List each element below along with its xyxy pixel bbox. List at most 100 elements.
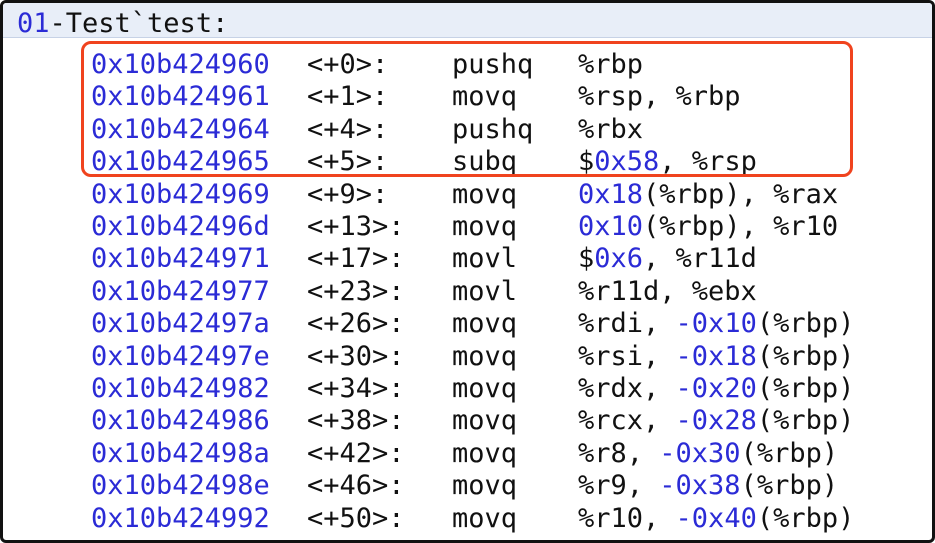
operand-immediate: -0x38 <box>659 470 741 502</box>
instruction-address: 0x10b424961 <box>91 81 270 113</box>
instruction-row[interactable]: 0x10b424969 <+9>: movq 0x18(%rbp), %rax <box>3 179 932 211</box>
instruction-mnemonic: pushq <box>452 113 534 145</box>
operand-text: (%rbp) <box>756 373 855 404</box>
instruction-offset: <+17>: <box>307 243 405 275</box>
instruction-mnemonic: subq <box>452 146 518 178</box>
instruction-mnemonic: movq <box>452 405 518 437</box>
instruction-operands: %r9, -0x38(%rbp) <box>578 470 838 502</box>
instruction-mnemonic: pushq <box>452 49 534 80</box>
instruction-offset: <+38>: <box>307 405 405 437</box>
instruction-operands: %rdx, -0x20(%rbp) <box>578 373 854 405</box>
instruction-mnemonic: movq <box>452 437 518 469</box>
instruction-operands: $0x6, %r11d <box>578 243 757 275</box>
operand-text: , %r11d <box>643 243 757 275</box>
instruction-offset: <+34>: <box>307 373 405 404</box>
instruction-address: 0x10b424982 <box>91 373 270 404</box>
instruction-operands: %rdi, -0x10(%rbp) <box>578 308 854 340</box>
instruction-address: 0x10b424992 <box>91 502 270 534</box>
operand-text: (%rbp) <box>740 437 839 469</box>
instruction-row[interactable]: 0x10b424986 <+38>: movq %rcx, -0x28(%rbp) <box>3 405 932 437</box>
instruction-operands: 0x18(%rbp), %rax <box>578 179 838 211</box>
instruction-operands: %rbx <box>578 114 643 146</box>
instruction-row[interactable]: 0x10b42497a <+26>: movq %rdi, -0x10(%rbp) <box>3 308 932 340</box>
instruction-offset: <+30>: <box>307 340 405 372</box>
function-title-name: -Test`test: <box>49 8 229 39</box>
operand-text: %r9, <box>578 470 660 502</box>
operand-immediate: -0x28 <box>675 405 757 437</box>
operand-text: %rsi, <box>578 340 676 372</box>
operand-text: %rbp <box>578 49 644 80</box>
instruction-row[interactable]: 0x10b42498a <+42>: movq %r8, -0x30(%rbp) <box>3 438 932 470</box>
instruction-operands: $0x58, %rsp <box>578 146 757 178</box>
instruction-address: 0x10b424969 <box>91 178 270 210</box>
instruction-row[interactable]: 0x10b424977 <+23>: movl %r11d, %ebx <box>3 276 932 308</box>
instruction-mnemonic: movq <box>452 81 518 113</box>
instruction-address: 0x10b42497a <box>91 308 270 340</box>
instruction-offset: <+23>: <box>307 275 405 307</box>
instruction-address: 0x10b42497e <box>91 340 270 372</box>
disassembly-view: 01-Test`test: 0x10b424960 <+0>: pushq %rbp 0… <box>0 0 935 543</box>
instruction-row[interactable]: 0x10b42496d <+13>: movq 0x10(%rbp), %r10 <box>3 211 932 243</box>
operand-text: %rdi, <box>578 308 676 340</box>
operand-immediate: 0x58 <box>594 146 660 178</box>
operand-text: %r11d, %ebx <box>578 275 757 307</box>
instruction-address: 0x10b424971 <box>91 243 270 275</box>
instruction-row[interactable]: 0x10b424982 <+34>: movq %rdx, -0x20(%rbp) <box>3 373 932 405</box>
instruction-address: 0x10b424977 <box>91 275 270 307</box>
frame-header: 01-Test`test: <box>3 3 932 40</box>
operand-text: (%rbp) <box>756 308 855 340</box>
function-title: 01-Test`test: <box>17 8 228 40</box>
instruction-row[interactable]: 0x10b424992 <+50>: movq %r10, -0x40(%rbp) <box>3 503 932 535</box>
instruction-address: 0x10b424965 <box>91 146 270 178</box>
instruction-row[interactable]: 0x10b424971 <+17>: movl $0x6, %r11d <box>3 243 932 275</box>
operand-immediate: -0x40 <box>675 502 757 534</box>
instruction-mnemonic: movl <box>452 243 518 275</box>
operand-immediate: -0x30 <box>659 437 741 469</box>
instruction-offset: <+4>: <box>307 113 389 145</box>
instruction-row[interactable]: 0x10b424964 <+4>: pushq %rbx <box>3 114 932 146</box>
operand-text: (%rbp) <box>756 405 855 437</box>
instruction-mnemonic: movq <box>452 211 518 242</box>
instruction-offset: <+0>: <box>307 49 389 80</box>
instruction-address: 0x10b424986 <box>91 405 270 437</box>
operand-immediate: 0x18 <box>578 178 644 210</box>
instruction-mnemonic: movq <box>452 178 518 210</box>
operand-text: %rsp, %rbp <box>578 81 741 113</box>
operand-immediate: -0x20 <box>675 373 757 404</box>
instruction-address: 0x10b42496d <box>91 211 270 242</box>
instruction-operands: %r11d, %ebx <box>578 276 757 308</box>
operand-text: %r8, <box>578 437 660 469</box>
instruction-operands: %r8, -0x30(%rbp) <box>578 438 838 470</box>
instruction-operands: %rcx, -0x28(%rbp) <box>578 405 854 437</box>
instruction-mnemonic: movq <box>452 470 518 502</box>
instruction-offset: <+42>: <box>307 437 405 469</box>
instruction-operands: %rsp, %rbp <box>578 81 741 113</box>
instruction-row[interactable]: 0x10b424961 <+1>: movq %rsp, %rbp <box>3 81 932 113</box>
operand-text: (%rbp) <box>756 340 855 372</box>
instruction-address: 0x10b42498e <box>91 470 270 502</box>
instruction-row[interactable]: 0x10b42498e <+46>: movq %r9, -0x38(%rbp) <box>3 470 932 502</box>
instruction-operands: %rsi, -0x18(%rbp) <box>578 341 854 373</box>
instruction-offset: <+9>: <box>307 178 389 210</box>
instruction-row[interactable]: 0x10b42497e <+30>: movq %rsi, -0x18(%rbp) <box>3 341 932 373</box>
instruction-mnemonic: movq <box>452 502 518 534</box>
instruction-offset: <+13>: <box>307 211 405 242</box>
operand-text: (%rbp) <box>756 502 855 534</box>
instruction-operands: %rbp <box>578 49 643 81</box>
operand-text: $ <box>578 243 595 275</box>
instruction-row[interactable]: 0x10b424965 <+5>: subq $0x58, %rsp <box>3 146 932 178</box>
operand-text: %rdx, <box>578 373 676 404</box>
operand-text: $ <box>578 146 595 178</box>
operand-immediate: -0x10 <box>675 308 757 340</box>
operand-text: %rcx, <box>578 405 676 437</box>
instruction-address: 0x10b42498a <box>91 437 270 469</box>
instruction-operands: 0x10(%rbp), %r10 <box>578 211 838 243</box>
instruction-row[interactable]: 0x10b424960 <+0>: pushq %rbp <box>3 49 932 81</box>
operand-immediate: 0x6 <box>594 243 644 275</box>
function-title-module-number: 01 <box>17 8 50 39</box>
operand-text: %rbx <box>578 113 644 145</box>
instruction-mnemonic: movq <box>452 373 518 404</box>
instruction-address: 0x10b424964 <box>91 113 270 145</box>
operand-immediate: 0x10 <box>578 211 644 242</box>
operand-text: %r10, <box>578 502 676 534</box>
